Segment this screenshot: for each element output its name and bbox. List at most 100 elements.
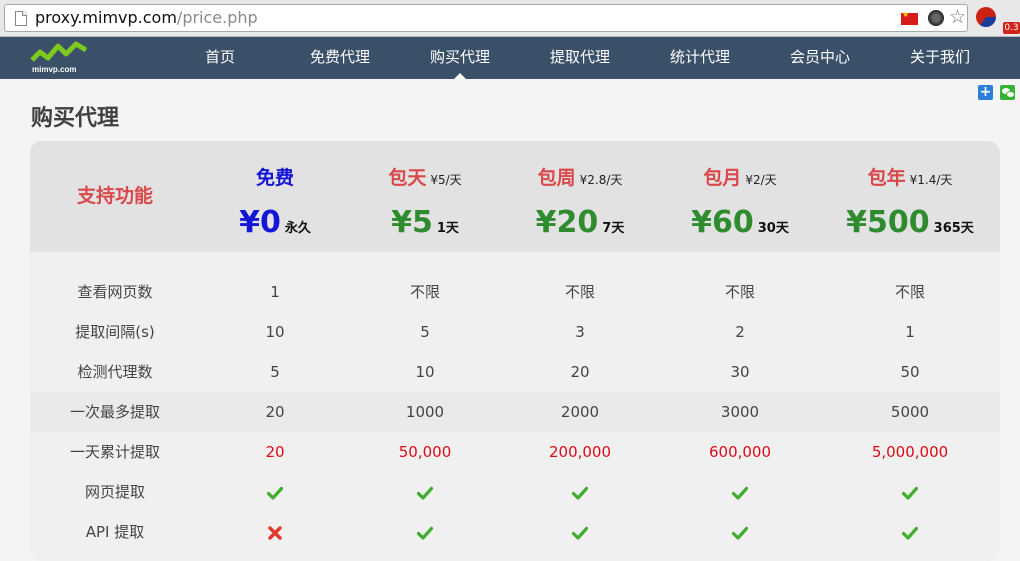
table-cell: 5,000,000: [871, 443, 949, 461]
plan-column-3: 包月 ¥2/天 ¥60 30天: [670, 141, 810, 252]
plan-price-value: ¥20: [535, 205, 599, 240]
table-cell: 1000: [405, 403, 445, 421]
table-cell: 5000: [890, 403, 930, 421]
nav-item-4[interactable]: 统计代理: [650, 37, 750, 79]
check-icon: [417, 523, 433, 541]
row-label: API 提取: [85, 523, 145, 541]
table-cell: 不限: [724, 283, 755, 301]
plan-title: 包天: [388, 167, 427, 189]
share-plus-icon[interactable]: +: [978, 85, 993, 100]
plan-name: 包天 ¥5/天: [355, 163, 495, 190]
table-cell: 50,000: [398, 443, 452, 461]
plan-duration: 1天: [436, 221, 459, 236]
table-cell: [205, 472, 345, 512]
table-cell: 1: [270, 283, 280, 301]
table-cell: [830, 472, 990, 512]
page-title: 购买代理: [31, 106, 120, 131]
table-row: API 提取: [30, 512, 1000, 552]
plan-price-value: ¥500: [846, 205, 930, 240]
plan-column-0: 免费 ¥0 永久: [205, 141, 345, 252]
table-cell: [830, 512, 990, 552]
nav-item-5[interactable]: 会员中心: [770, 37, 870, 79]
check-icon: [572, 523, 588, 541]
wechat-share-icon[interactable]: [1000, 85, 1015, 100]
table-cell: 不限: [409, 283, 440, 301]
plan-column-1: 包天 ¥5/天 ¥5 1天: [355, 141, 495, 252]
url-text: proxy.mimvp.com/price.php: [35, 8, 258, 27]
table-cell: [670, 512, 810, 552]
check-icon: [572, 483, 588, 501]
table-cell: [205, 512, 345, 552]
plan-column-2: 包周 ¥2.8/天 ¥20 7天: [510, 141, 650, 252]
table-cell: [355, 512, 495, 552]
table-cell: 不限: [894, 283, 925, 301]
plan-price: ¥5 1天: [355, 205, 495, 240]
speed-dial-icon[interactable]: [976, 7, 996, 27]
row-label: 一天累计提取: [69, 443, 160, 461]
plan-unit-price: ¥2.8/天: [579, 173, 623, 187]
row-label: 网页提取: [84, 483, 145, 501]
plan-price-value: ¥5: [391, 205, 433, 240]
plan-column-4: 包年 ¥1.4/天 ¥500 365天: [830, 141, 990, 252]
nav-item-1[interactable]: 免费代理: [290, 37, 390, 79]
plan-name: 包年 ¥1.4/天: [830, 163, 990, 190]
row-label: 一次最多提取: [69, 403, 160, 421]
plan-price: ¥60 30天: [670, 205, 810, 240]
url-path: /price.php: [176, 8, 258, 27]
plan-title: 包周: [537, 167, 576, 189]
table-row: 网页提取: [30, 472, 1000, 512]
nav-item-6[interactable]: 关于我们: [890, 37, 990, 79]
table-cell: [355, 472, 495, 512]
plan-duration: 30天: [757, 221, 789, 236]
pricing-header: 支持功能 免费 ¥0 永久 包天 ¥5/天 ¥5 1天 包周 ¥2.8/天 ¥20 7天 包月 ¥2/天…: [30, 141, 1000, 252]
table-cell: 3000: [720, 403, 760, 421]
feature-header: 支持功能: [76, 185, 153, 207]
check-icon: [902, 523, 918, 541]
cross-icon: [267, 523, 283, 541]
plan-unit-price: ¥2/天: [745, 173, 777, 187]
table-cell: 1: [905, 323, 915, 341]
table-cell: 2: [735, 323, 745, 341]
table-cell: 不限: [564, 283, 595, 301]
nav-item-2[interactable]: 购买代理: [410, 37, 510, 79]
table-row: 检测代理数 5 10 20 30 50: [30, 352, 1000, 392]
table-cell: 20: [570, 363, 590, 381]
url-host: proxy.mimvp.com: [35, 8, 177, 27]
plan-duration: 永久: [284, 221, 311, 236]
plan-price: ¥20 7天: [510, 205, 650, 240]
table-cell: 5: [420, 323, 430, 341]
table-cell: [670, 472, 810, 512]
nav-item-3[interactable]: 提取代理: [530, 37, 630, 79]
table-cell: [510, 472, 650, 512]
table-row: 查看网页数 1 不限 不限 不限 不限: [30, 272, 1000, 312]
check-icon: [732, 483, 748, 501]
extension-badge: 0.3: [1003, 22, 1020, 34]
plan-title: 免费: [255, 167, 294, 189]
table-cell: 20: [265, 443, 285, 461]
row-label: 检测代理数: [77, 363, 153, 381]
plan-duration: 365天: [933, 221, 974, 236]
page-icon: [15, 11, 27, 26]
site-nav: mimvp.com 首页 免费代理 购买代理 提取代理 统计代理 会员中心 关于我们: [0, 37, 1020, 79]
china-flag-icon[interactable]: [901, 10, 918, 25]
table-cell: 10: [415, 363, 435, 381]
plan-price-value: ¥0: [239, 205, 281, 240]
plan-name: 包月 ¥2/天: [670, 163, 810, 190]
plan-title: 包年: [867, 167, 906, 189]
nav-item-0[interactable]: 首页: [170, 37, 270, 79]
table-cell: 2000: [560, 403, 600, 421]
logo-text: mimvp.com: [32, 65, 77, 74]
logo-graph-icon: [30, 41, 88, 62]
table-cell: 600,000: [708, 443, 772, 461]
table-cell: 200,000: [548, 443, 612, 461]
bookmark-star-icon[interactable]: ☆: [949, 7, 966, 27]
table-row: 提取间隔(s) 10 5 3 2 1: [30, 312, 1000, 352]
table-row: 一次最多提取 20 1000 2000 3000 5000: [30, 392, 1000, 432]
plan-unit-price: ¥1.4/天: [909, 173, 953, 187]
check-icon: [902, 483, 918, 501]
extension-icon[interactable]: [928, 10, 944, 26]
table-row: 一天累计提取 20 50,000 200,000 600,000 5,000,000: [30, 432, 1000, 472]
address-bar[interactable]: proxy.mimvp.com/price.php ☆: [4, 4, 968, 32]
table-cell: 10: [265, 323, 285, 341]
site-logo[interactable]: mimvp.com: [30, 40, 100, 76]
